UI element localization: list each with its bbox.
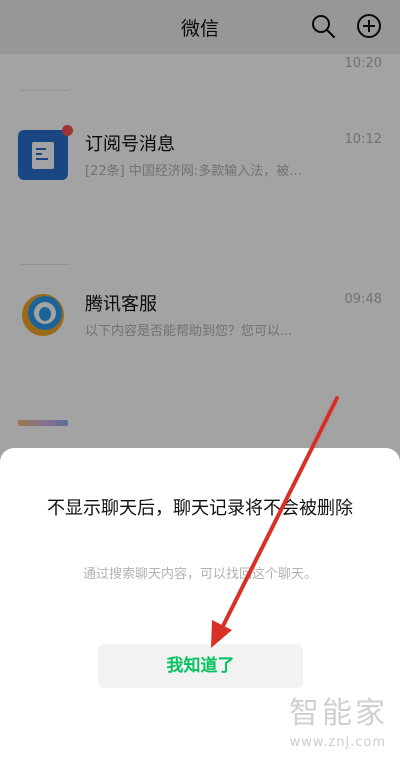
got-it-button[interactable]: 我知道了 (98, 644, 303, 688)
watermark-url: www.znj.com (289, 735, 386, 750)
dialog-hint: 通过搜索聊天内容，可以找回这个聊天。 (82, 567, 317, 582)
watermark-logo: 智能家 (289, 696, 388, 731)
wechat-screen: 微信 10:20 订阅号消息 [22条] 中国经济网:多款输入法，被... 10… (0, 0, 400, 758)
dialog-message: 不显示聊天后，聊天记录将不会被删除 (47, 498, 353, 519)
